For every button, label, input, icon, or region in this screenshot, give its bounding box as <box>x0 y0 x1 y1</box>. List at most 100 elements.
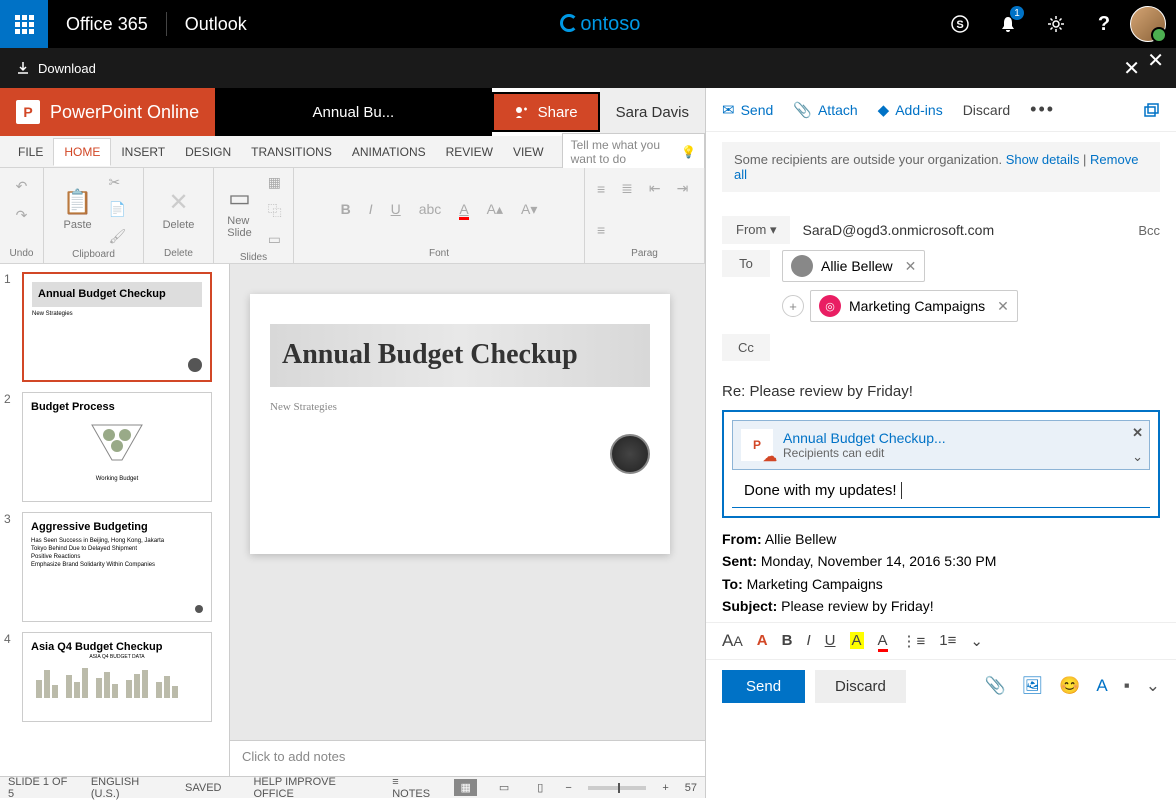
underline-button[interactable]: U <box>825 632 836 649</box>
chip-remove-icon[interactable]: ✕ <box>905 258 917 275</box>
signed-in-user[interactable]: Sara Davis <box>600 88 705 136</box>
more-options-icon[interactable]: ⌄ <box>1146 676 1160 696</box>
addins-icon[interactable]: ▪ <box>1124 676 1130 696</box>
align-button[interactable]: ≡ <box>593 220 609 240</box>
from-selector[interactable]: From ▾ <box>722 216 790 244</box>
italic-button[interactable]: I <box>365 199 377 219</box>
strike-button[interactable]: abc <box>415 199 446 219</box>
tab-home[interactable]: HOME <box>53 138 111 166</box>
redo-button[interactable]: ↷ <box>12 205 32 226</box>
cc-button[interactable]: Cc <box>722 334 770 361</box>
paste-button[interactable]: 📋Paste <box>57 186 99 233</box>
tab-file[interactable]: FILE <box>8 139 53 165</box>
bcc-toggle[interactable]: Bcc <box>1138 223 1160 238</box>
tell-me-search[interactable]: Tell me what you want to do💡 <box>562 133 705 171</box>
insert-picture-icon[interactable]: 🖼 <box>1022 676 1044 696</box>
bullets-button[interactable]: ≡ <box>593 179 609 199</box>
compose-close-icon[interactable]: ✕ <box>1147 48 1164 73</box>
tab-transitions[interactable]: TRANSITIONS <box>241 139 342 165</box>
user-avatar[interactable] <box>1128 0 1176 48</box>
indent-right[interactable]: ⇥ <box>673 178 693 199</box>
font-size-down[interactable]: A▾ <box>517 199 541 220</box>
thumbnail-1[interactable]: Annual Budget Checkup New Strategies <box>22 272 212 382</box>
bold-button[interactable]: B <box>337 199 355 219</box>
zoom-out[interactable]: − <box>565 782 571 794</box>
zoom-level[interactable]: 57 <box>685 782 697 794</box>
status-language[interactable]: ENGLISH (U.S.) <box>91 776 169 800</box>
font-size-up[interactable]: A▴ <box>483 199 507 220</box>
emoji-icon[interactable]: 😊 <box>1059 676 1080 696</box>
app-launcher[interactable] <box>0 0 48 48</box>
font-button[interactable]: AA <box>722 631 743 651</box>
tab-animations[interactable]: ANIMATIONS <box>342 139 436 165</box>
format-painter-button[interactable]: 🖌 <box>105 226 131 247</box>
discard-button[interactable]: Discard <box>815 670 906 703</box>
status-notes[interactable]: ≡ NOTES <box>392 776 438 800</box>
cut-button[interactable]: ✂ <box>105 172 131 193</box>
settings-icon[interactable] <box>1032 0 1080 48</box>
thumbnail-3[interactable]: Aggressive Budgeting Has Seen Success in… <box>22 512 212 622</box>
underline-button[interactable]: U <box>387 199 405 219</box>
attach-button[interactable]: 📎Attach <box>793 101 857 119</box>
attachment-card[interactable]: P☁ Annual Budget Checkup... Recipients c… <box>732 420 1150 470</box>
tab-design[interactable]: DESIGN <box>175 139 241 165</box>
tab-insert[interactable]: INSERT <box>111 139 175 165</box>
view-normal-icon[interactable]: ▦ <box>454 779 476 796</box>
send-link[interactable]: ✉Send <box>722 101 773 119</box>
numbering-button[interactable]: ≣ <box>617 178 637 199</box>
recipient-chip[interactable]: Allie Bellew✕ <box>782 250 925 282</box>
discard-link[interactable]: Discard <box>963 102 1010 118</box>
indent-left[interactable]: ⇤ <box>645 178 665 199</box>
bold-button[interactable]: B <box>782 632 793 649</box>
recipient-chip[interactable]: ◎Marketing Campaigns✕ <box>810 290 1018 322</box>
bullets-button[interactable]: ⋮≡ <box>902 632 926 650</box>
more-formatting[interactable]: ⌄ <box>970 632 983 650</box>
status-help[interactable]: HELP IMPROVE OFFICE <box>253 776 376 800</box>
italic-button[interactable]: I <box>806 632 810 649</box>
app-name[interactable]: Outlook <box>167 14 265 35</box>
hide-button[interactable]: ▭ <box>264 229 286 250</box>
zoom-in[interactable]: + <box>662 782 668 794</box>
attachment-remove-icon[interactable]: ✕ <box>1132 425 1143 441</box>
show-details-link[interactable]: Show details <box>1006 152 1080 167</box>
slide-subtitle[interactable]: New Strategies <box>270 401 650 413</box>
chip-remove-icon[interactable]: ✕ <box>997 298 1009 315</box>
notes-pane[interactable]: Click to add notes <box>230 740 705 776</box>
banner-close-icon[interactable]: ✕ <box>1123 56 1140 81</box>
more-actions[interactable]: ••• <box>1030 99 1055 120</box>
delete-button[interactable]: ✕Delete <box>157 186 201 233</box>
thumbnail-4[interactable]: Asia Q4 Budget Checkup ASIA Q4 BUDGET DA… <box>22 632 212 722</box>
font-color-button[interactable]: A <box>455 199 472 219</box>
thumbnail-2[interactable]: Budget Process Working Budget <box>22 392 212 502</box>
zoom-slider[interactable] <box>588 786 647 790</box>
attachment-options-icon[interactable]: ⌄ <box>1132 449 1143 465</box>
powerpoint-brand[interactable]: P PowerPoint Online <box>0 88 215 136</box>
new-slide-button[interactable]: ▭New Slide <box>221 182 257 241</box>
duplicate-button[interactable]: ⿻ <box>264 199 286 223</box>
popout-icon[interactable] <box>1142 101 1160 119</box>
layout-button[interactable]: ▦ <box>264 172 286 193</box>
add-recipient-button[interactable]: + <box>782 295 804 317</box>
skype-icon[interactable]: S <box>936 0 984 48</box>
slide-title[interactable]: Annual Budget Checkup <box>282 340 638 371</box>
send-button[interactable]: Send <box>722 670 805 703</box>
font-color-button[interactable]: A <box>757 632 768 649</box>
subject-field[interactable]: Re: Please review by Friday! <box>706 375 1176 404</box>
help-icon[interactable]: ? <box>1080 0 1128 48</box>
status-slide[interactable]: SLIDE 1 OF 5 <box>8 776 75 800</box>
share-button[interactable]: Share <box>492 92 600 132</box>
download-button[interactable]: Download <box>16 61 96 76</box>
undo-button[interactable]: ↶ <box>12 176 32 197</box>
notifications-icon[interactable]: 1 <box>984 0 1032 48</box>
signature-icon[interactable]: A <box>1096 676 1107 696</box>
suite-brand[interactable]: Office 365 <box>48 14 166 35</box>
view-sorter-icon[interactable]: ▭ <box>493 779 515 796</box>
highlight-button[interactable]: A <box>850 632 864 649</box>
message-body[interactable]: Done with my updates! <box>732 478 1150 508</box>
document-title[interactable]: Annual Bu... <box>215 88 492 136</box>
attach-file-icon[interactable]: 📎 <box>984 676 1005 696</box>
to-button[interactable]: To <box>722 250 770 277</box>
slide-canvas[interactable]: Annual Budget Checkup New Strategies <box>230 264 705 740</box>
copy-button[interactable]: 📄 <box>105 199 131 220</box>
tab-review[interactable]: REVIEW <box>436 139 503 165</box>
